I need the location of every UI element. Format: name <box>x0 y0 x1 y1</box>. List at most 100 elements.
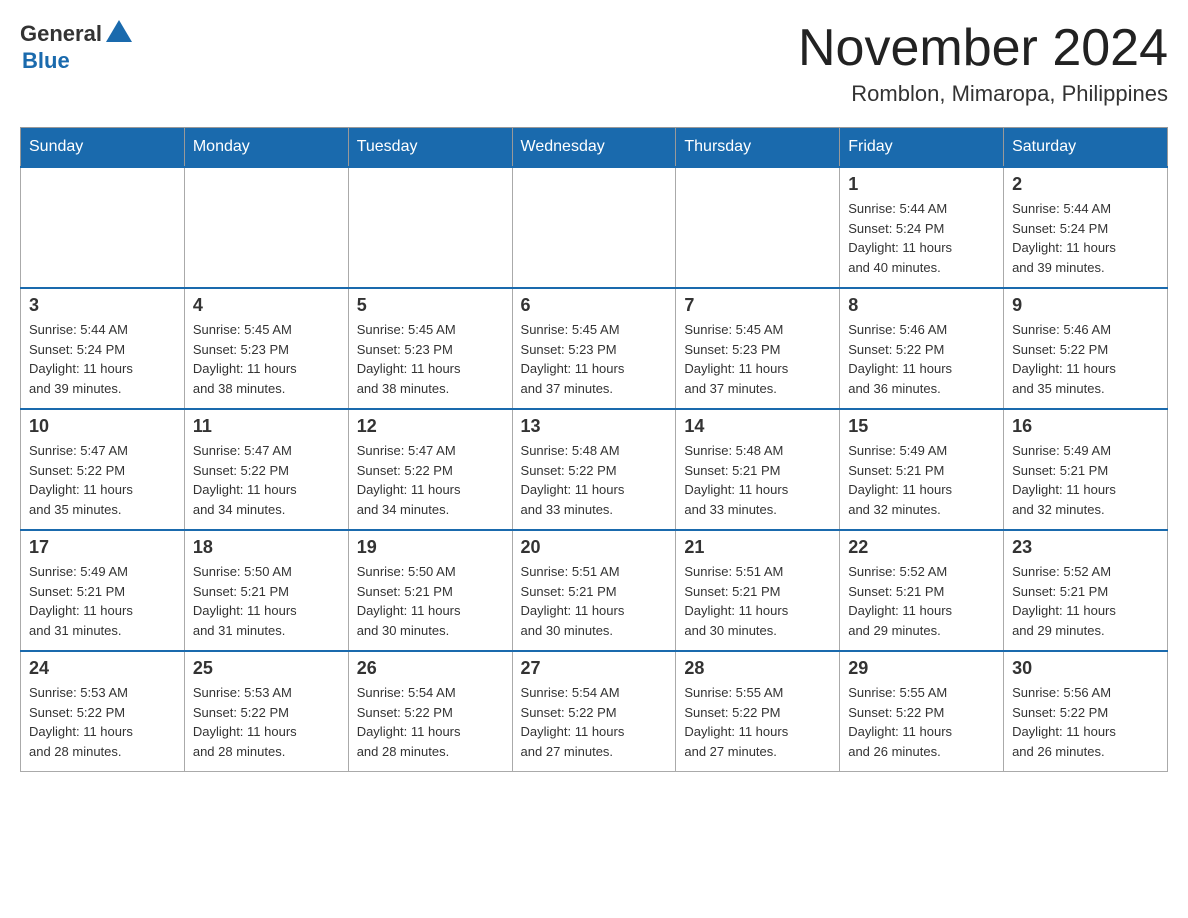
day-number: 15 <box>848 416 995 437</box>
day-number: 25 <box>193 658 340 679</box>
day-number: 7 <box>684 295 831 316</box>
day-number: 23 <box>1012 537 1159 558</box>
calendar-cell: 5 Sunrise: 5:45 AMSunset: 5:23 PMDaylight… <box>348 288 512 409</box>
day-info: Sunrise: 5:50 AMSunset: 5:21 PMDaylight:… <box>357 562 504 640</box>
calendar-cell: 20 Sunrise: 5:51 AMSunset: 5:21 PMDayligh… <box>512 530 676 651</box>
calendar-cell: 4Sunrise: 5:45 AMSunset: 5:23 PMDaylight… <box>184 288 348 409</box>
day-number: 6 <box>521 295 668 316</box>
day-number: 29 <box>848 658 995 679</box>
col-thursday: Thursday <box>676 128 840 168</box>
day-info: Sunrise: 5:55 AMSunset: 5:22 PMDaylight:… <box>684 683 831 761</box>
calendar-cell: 12Sunrise: 5:47 AMSunset: 5:22 PMDayligh… <box>348 409 512 530</box>
title-section: November 2024 Romblon, Mimaropa, Philipp… <box>798 20 1168 107</box>
calendar-cell: 9 Sunrise: 5:46 AMSunset: 5:22 PMDaylight… <box>1004 288 1168 409</box>
day-number: 20 <box>521 537 668 558</box>
calendar-cell: 22Sunrise: 5:52 AMSunset: 5:21 PMDayligh… <box>840 530 1004 651</box>
location-title: Romblon, Mimaropa, Philippines <box>798 81 1168 107</box>
calendar-cell: 28 Sunrise: 5:55 AMSunset: 5:22 PMDayligh… <box>676 651 840 772</box>
calendar-cell: 16Sunrise: 5:49 AMSunset: 5:21 PMDayligh… <box>1004 409 1168 530</box>
day-info: Sunrise: 5:47 AMSunset: 5:22 PMDaylight:… <box>193 441 340 519</box>
calendar-cell: 24 Sunrise: 5:53 AMSunset: 5:22 PMDayligh… <box>21 651 185 772</box>
day-info: Sunrise: 5:54 AMSunset: 5:22 PMDaylight:… <box>357 683 504 761</box>
calendar-cell: 25 Sunrise: 5:53 AMSunset: 5:22 PMDayligh… <box>184 651 348 772</box>
day-info: Sunrise: 5:47 AMSunset: 5:22 PMDaylight:… <box>29 441 176 519</box>
logo-blue-text: Blue <box>22 48 70 73</box>
col-friday: Friday <box>840 128 1004 168</box>
day-number: 8 <box>848 295 995 316</box>
day-info: Sunrise: 5:49 AMSunset: 5:21 PMDaylight:… <box>29 562 176 640</box>
day-number: 24 <box>29 658 176 679</box>
day-number: 27 <box>521 658 668 679</box>
day-info: Sunrise: 5:45 AMSunset: 5:23 PMDaylight:… <box>521 320 668 398</box>
day-info: Sunrise: 5:53 AMSunset: 5:22 PMDaylight:… <box>29 683 176 761</box>
calendar-table: Sunday Monday Tuesday Wednesday Thursday… <box>20 127 1168 772</box>
day-info: Sunrise: 5:54 AMSunset: 5:22 PMDaylight:… <box>521 683 668 761</box>
week-row-3: 10Sunrise: 5:47 AMSunset: 5:22 PMDayligh… <box>21 409 1168 530</box>
day-info: Sunrise: 5:51 AMSunset: 5:21 PMDaylight:… <box>521 562 668 640</box>
calendar-cell: 14Sunrise: 5:48 AMSunset: 5:21 PMDayligh… <box>676 409 840 530</box>
day-info: Sunrise: 5:45 AMSunset: 5:23 PMDaylight:… <box>357 320 504 398</box>
calendar-cell: 1 Sunrise: 5:44 AMSunset: 5:24 PMDaylight… <box>840 167 1004 288</box>
calendar-cell: 23Sunrise: 5:52 AMSunset: 5:21 PMDayligh… <box>1004 530 1168 651</box>
calendar-cell <box>184 167 348 288</box>
calendar-cell <box>676 167 840 288</box>
day-number: 11 <box>193 416 340 437</box>
day-number: 28 <box>684 658 831 679</box>
day-number: 1 <box>848 174 995 195</box>
day-info: Sunrise: 5:52 AMSunset: 5:21 PMDaylight:… <box>848 562 995 640</box>
day-number: 30 <box>1012 658 1159 679</box>
day-number: 13 <box>521 416 668 437</box>
calendar-cell: 6 Sunrise: 5:45 AMSunset: 5:23 PMDaylight… <box>512 288 676 409</box>
calendar-cell: 29 Sunrise: 5:55 AMSunset: 5:22 PMDayligh… <box>840 651 1004 772</box>
month-title: November 2024 <box>798 20 1168 77</box>
day-info: Sunrise: 5:49 AMSunset: 5:21 PMDaylight:… <box>848 441 995 519</box>
day-info: Sunrise: 5:44 AMSunset: 5:24 PMDaylight:… <box>29 320 176 398</box>
day-info: Sunrise: 5:44 AMSunset: 5:24 PMDaylight:… <box>1012 199 1159 277</box>
day-number: 26 <box>357 658 504 679</box>
day-info: Sunrise: 5:44 AMSunset: 5:24 PMDaylight:… <box>848 199 995 277</box>
day-number: 3 <box>29 295 176 316</box>
col-wednesday: Wednesday <box>512 128 676 168</box>
calendar-cell <box>21 167 185 288</box>
day-info: Sunrise: 5:53 AMSunset: 5:22 PMDaylight:… <box>193 683 340 761</box>
calendar-cell: 3 Sunrise: 5:44 AMSunset: 5:24 PMDaylight… <box>21 288 185 409</box>
calendar-cell: 27 Sunrise: 5:54 AMSunset: 5:22 PMDayligh… <box>512 651 676 772</box>
day-info: Sunrise: 5:45 AMSunset: 5:23 PMDaylight:… <box>684 320 831 398</box>
logo: General Blue <box>20 20 132 74</box>
day-number: 19 <box>357 537 504 558</box>
logo-triangle-icon <box>106 20 132 42</box>
col-tuesday: Tuesday <box>348 128 512 168</box>
calendar-cell <box>348 167 512 288</box>
day-info: Sunrise: 5:46 AMSunset: 5:22 PMDaylight:… <box>1012 320 1159 398</box>
calendar-header-row: Sunday Monday Tuesday Wednesday Thursday… <box>21 128 1168 168</box>
day-info: Sunrise: 5:46 AMSunset: 5:22 PMDaylight:… <box>848 320 995 398</box>
calendar-cell: 15 Sunrise: 5:49 AMSunset: 5:21 PMDayligh… <box>840 409 1004 530</box>
day-info: Sunrise: 5:55 AMSunset: 5:22 PMDaylight:… <box>848 683 995 761</box>
day-number: 21 <box>684 537 831 558</box>
calendar-cell: 13Sunrise: 5:48 AMSunset: 5:22 PMDayligh… <box>512 409 676 530</box>
col-monday: Monday <box>184 128 348 168</box>
day-number: 14 <box>684 416 831 437</box>
col-sunday: Sunday <box>21 128 185 168</box>
day-number: 18 <box>193 537 340 558</box>
week-row-4: 17 Sunrise: 5:49 AMSunset: 5:21 PMDayligh… <box>21 530 1168 651</box>
calendar-cell: 8 Sunrise: 5:46 AMSunset: 5:22 PMDaylight… <box>840 288 1004 409</box>
calendar-cell: 11 Sunrise: 5:47 AMSunset: 5:22 PMDayligh… <box>184 409 348 530</box>
day-number: 9 <box>1012 295 1159 316</box>
calendar-cell <box>512 167 676 288</box>
week-row-2: 3 Sunrise: 5:44 AMSunset: 5:24 PMDaylight… <box>21 288 1168 409</box>
calendar-cell: 18Sunrise: 5:50 AMSunset: 5:21 PMDayligh… <box>184 530 348 651</box>
day-number: 5 <box>357 295 504 316</box>
day-number: 2 <box>1012 174 1159 195</box>
day-info: Sunrise: 5:45 AMSunset: 5:23 PMDaylight:… <box>193 320 340 398</box>
calendar-cell: 7 Sunrise: 5:45 AMSunset: 5:23 PMDaylight… <box>676 288 840 409</box>
day-info: Sunrise: 5:47 AMSunset: 5:22 PMDaylight:… <box>357 441 504 519</box>
calendar-cell: 30Sunrise: 5:56 AMSunset: 5:22 PMDayligh… <box>1004 651 1168 772</box>
day-info: Sunrise: 5:51 AMSunset: 5:21 PMDaylight:… <box>684 562 831 640</box>
week-row-5: 24 Sunrise: 5:53 AMSunset: 5:22 PMDayligh… <box>21 651 1168 772</box>
col-saturday: Saturday <box>1004 128 1168 168</box>
day-number: 17 <box>29 537 176 558</box>
calendar-cell: 2 Sunrise: 5:44 AMSunset: 5:24 PMDaylight… <box>1004 167 1168 288</box>
calendar-cell: 19 Sunrise: 5:50 AMSunset: 5:21 PMDayligh… <box>348 530 512 651</box>
day-info: Sunrise: 5:49 AMSunset: 5:21 PMDaylight:… <box>1012 441 1159 519</box>
